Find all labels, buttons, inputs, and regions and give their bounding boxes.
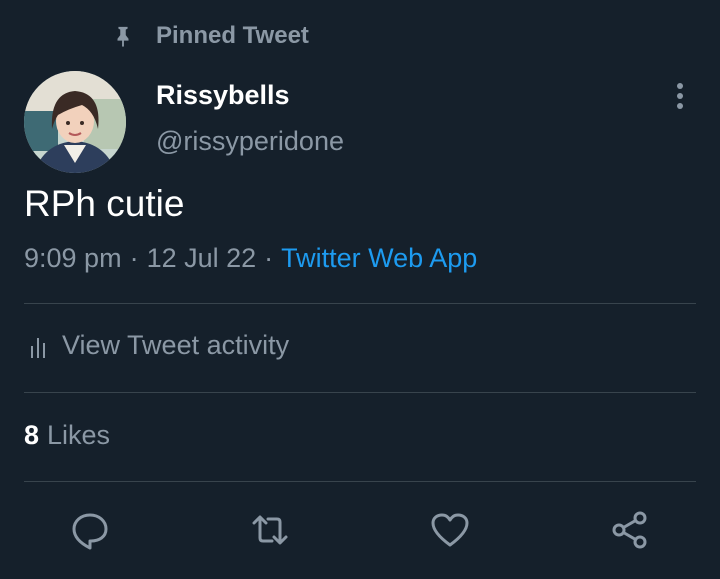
profile-avatar — [24, 71, 126, 173]
meta-separator: · — [129, 243, 139, 273]
more-vertical-icon — [677, 83, 683, 109]
more-options-button[interactable] — [664, 80, 696, 112]
likes-label: Likes — [47, 420, 111, 450]
view-tweet-activity-link[interactable]: View Tweet activity — [30, 330, 289, 361]
reply-button[interactable] — [68, 508, 112, 552]
tweet-time[interactable]: 9:09 pm — [24, 243, 122, 273]
likes-count: 8 — [24, 420, 40, 450]
tweet-text: RPh cutie — [24, 183, 185, 224]
share-button[interactable] — [608, 508, 652, 552]
reply-icon — [72, 513, 108, 550]
likes-link[interactable]: 8 Likes — [24, 420, 110, 451]
pin-icon — [117, 26, 129, 47]
like-icon — [431, 513, 469, 547]
activity-label: View Tweet activity — [62, 330, 290, 360]
divider — [24, 481, 696, 482]
avatar[interactable] — [24, 71, 126, 173]
retweet-button[interactable] — [248, 508, 292, 552]
pinned-label: Pinned Tweet — [156, 22, 309, 49]
like-button[interactable] — [428, 508, 472, 552]
author-handle[interactable]: @rissyperidone — [156, 126, 344, 157]
divider — [24, 303, 696, 304]
bar-chart-icon — [31, 337, 45, 358]
retweet-icon — [252, 515, 288, 545]
meta-separator: · — [264, 243, 274, 273]
pinned-tweet-header: Pinned Tweet — [112, 22, 309, 50]
tweet-date[interactable]: 12 Jul 22 — [147, 243, 257, 273]
author-name[interactable]: Rissybells — [156, 80, 290, 111]
share-icon — [612, 511, 647, 549]
divider — [24, 392, 696, 393]
tweet-source-link[interactable]: Twitter Web App — [281, 243, 477, 273]
tweet-meta: 9:09 pm · 12 Jul 22 · Twitter Web App — [24, 243, 477, 274]
